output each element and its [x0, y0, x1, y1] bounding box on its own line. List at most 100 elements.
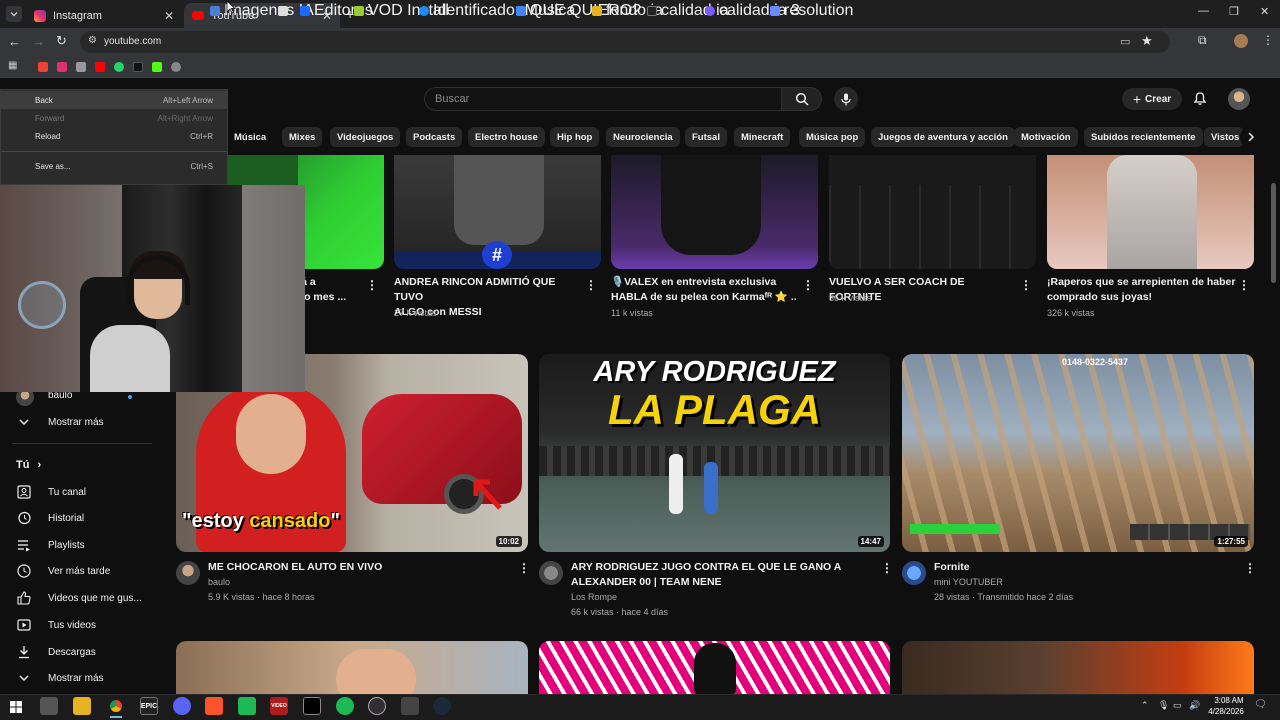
video-options-button[interactable]: ⋮	[518, 561, 530, 575]
sidebar-item-ver-mas-tarde[interactable]: Ver más tarde	[16, 558, 156, 584]
channel-avatar[interactable]	[902, 561, 926, 585]
chip-minecraft[interactable]: Minecraft	[734, 127, 791, 147]
chip-motivacion[interactable]: Motivación	[1014, 127, 1078, 147]
chip-musica[interactable]: Música	[228, 127, 273, 147]
clock-date[interactable]: 4/28/2026	[1204, 707, 1248, 716]
reload-button[interactable]: ↻	[56, 33, 67, 49]
video-options-button[interactable]: ⋮	[881, 561, 893, 575]
video-thumbnail[interactable]: 0148-0322-5437 1:27:55	[902, 354, 1254, 552]
page-scrollbar[interactable]	[1271, 183, 1276, 283]
chip-subidos-recientemente[interactable]: Subidos recientemente	[1084, 127, 1203, 147]
video-thumbnail[interactable]	[829, 155, 1036, 269]
voice-search-button[interactable]	[834, 87, 858, 111]
bookmark-star-icon[interactable]: ★	[1141, 33, 1153, 49]
channel-name[interactable]: Los Rompe	[571, 590, 617, 605]
search-button[interactable]	[782, 87, 822, 111]
search-input[interactable]: Buscar	[424, 87, 782, 111]
window-minimize-button[interactable]: —	[1198, 5, 1209, 17]
bookmark-icon[interactable]	[76, 62, 86, 72]
video-thumbnail[interactable]: #	[394, 155, 601, 269]
video-title[interactable]: Fornite	[934, 560, 1234, 575]
chip-vistos[interactable]: Vistos	[1204, 127, 1244, 147]
apps-icon[interactable]: ▦	[8, 60, 17, 71]
sidebar-item-tu-canal[interactable]: Tu canal	[16, 479, 156, 505]
browser-menu-icon[interactable]: ⋮	[1262, 33, 1274, 47]
video-options-button[interactable]: ⋮	[1020, 278, 1032, 292]
capcut-icon[interactable]	[303, 697, 321, 715]
video-title[interactable]: ME CHOCARON EL AUTO EN VIVO	[208, 560, 508, 575]
file-explorer-icon[interactable]	[73, 697, 91, 715]
youtube-bookmark-icon[interactable]	[95, 62, 105, 72]
chip-podcasts[interactable]: Podcasts	[406, 127, 463, 147]
instagram-bookmark-icon[interactable]	[57, 62, 67, 72]
bookmark-notion[interactable]	[278, 4, 288, 18]
chip-neurociencia[interactable]: Neurociencia	[606, 127, 680, 147]
video-options-button[interactable]: ⋮	[1244, 561, 1256, 575]
channel-avatar[interactable]	[176, 561, 200, 585]
chip-futsal[interactable]: Futsal	[685, 127, 727, 147]
site-info-icon[interactable]: ⚙	[88, 35, 97, 46]
account-avatar[interactable]	[1228, 88, 1250, 110]
brave-icon[interactable]	[205, 697, 223, 715]
tray-chevron-icon[interactable]: ⌃	[1141, 700, 1149, 711]
gmail-icon[interactable]	[38, 62, 48, 72]
video-title[interactable]: ¡Raperos que se arrepienten de haber com…	[1047, 275, 1237, 305]
sidebar-item-videos-que-me-gustan[interactable]: Videos que me gus...	[16, 585, 156, 611]
obs-icon[interactable]	[368, 697, 386, 715]
game-icon[interactable]	[401, 697, 419, 715]
task-view-icon[interactable]	[40, 697, 58, 715]
kick-icon[interactable]	[152, 62, 162, 72]
sidebar-show-more[interactable]: Mostrar más	[16, 409, 156, 435]
tab-instagram[interactable]: Instagram ✕	[26, 3, 182, 28]
spotify-icon[interactable]	[336, 697, 354, 715]
you-header[interactable]: Tú ›	[16, 459, 41, 471]
app-icon[interactable]	[238, 697, 256, 715]
cast-icon[interactable]: ▭	[1120, 35, 1130, 48]
tiktok-icon[interactable]	[133, 62, 143, 72]
video-thumbnail[interactable]	[176, 641, 528, 694]
channel-avatar[interactable]	[539, 561, 563, 585]
clock-time[interactable]: 3:08 AM	[1209, 696, 1249, 705]
extensions-icon[interactable]: ⧉	[1198, 33, 1207, 48]
chip-hip-hop[interactable]: Hip hop	[550, 127, 600, 147]
sidebar-show-more-2[interactable]: Mostrar más	[16, 665, 156, 691]
chip-juegos-aventura[interactable]: Juegos de aventura y acción	[871, 127, 1015, 147]
context-menu-back[interactable]: Back Alt+Left Arrow	[1, 91, 227, 109]
context-menu-save-as[interactable]: Save as... Ctrl+S	[1, 157, 227, 175]
chip-electro-house[interactable]: Electro house	[468, 127, 545, 147]
sidebar-item-tus-videos[interactable]: Tus videos	[16, 612, 156, 638]
chips-next-button[interactable]	[1240, 126, 1262, 148]
whatsapp-icon[interactable]	[114, 62, 124, 72]
chrome-icon[interactable]	[107, 697, 125, 715]
sidebar-item-historial[interactable]: Historial	[16, 505, 156, 531]
steam-icon[interactable]	[433, 697, 451, 715]
video-options-button[interactable]: ⋮	[366, 278, 378, 292]
sidebar-item-playlists[interactable]: Playlists	[16, 532, 156, 558]
close-tab-icon[interactable]: ✕	[164, 9, 174, 23]
video-options-button[interactable]: ⋮	[1238, 278, 1250, 292]
microphone-tray-icon[interactable]: 🎙	[1158, 700, 1169, 711]
video-thumbnail[interactable]: ARY RODRIGUEZ LA PLAGA 14:47	[539, 354, 890, 552]
video-thumbnail[interactable]	[902, 641, 1254, 694]
tab-search-button[interactable]	[6, 6, 22, 22]
back-button[interactable]: ←	[8, 34, 21, 49]
video-editor-icon[interactable]: VIDEO	[270, 697, 288, 715]
discord-icon[interactable]	[173, 697, 191, 715]
video-options-button[interactable]: ⋮	[585, 278, 597, 292]
channel-name[interactable]: baulo	[208, 575, 230, 590]
chip-mixes[interactable]: Mixes	[282, 127, 323, 147]
video-thumbnail[interactable]	[611, 155, 818, 269]
profile-avatar[interactable]	[1234, 34, 1248, 48]
chip-videojuegos[interactable]: Videojuegos	[330, 127, 401, 147]
video-thumbnail[interactable]	[539, 641, 890, 694]
video-title[interactable]: ARY RODRIGUEZ JUGO CONTRA EL QUE LE GANO…	[571, 560, 871, 590]
volume-tray-icon[interactable]: 🔊	[1189, 700, 1200, 711]
create-button[interactable]: + Crear	[1122, 88, 1182, 110]
notifications-button[interactable]	[1192, 90, 1208, 111]
context-menu-forward[interactable]: Forward Alt+Right Arrow	[1, 109, 227, 127]
bookmark-resolution[interactable]: resolution	[770, 2, 853, 19]
display-tray-icon[interactable]: ▭	[1173, 700, 1182, 711]
video-thumbnail[interactable]	[1047, 155, 1254, 269]
video-options-button[interactable]: ⋮	[802, 278, 814, 292]
forward-button[interactable]: →	[32, 34, 45, 49]
